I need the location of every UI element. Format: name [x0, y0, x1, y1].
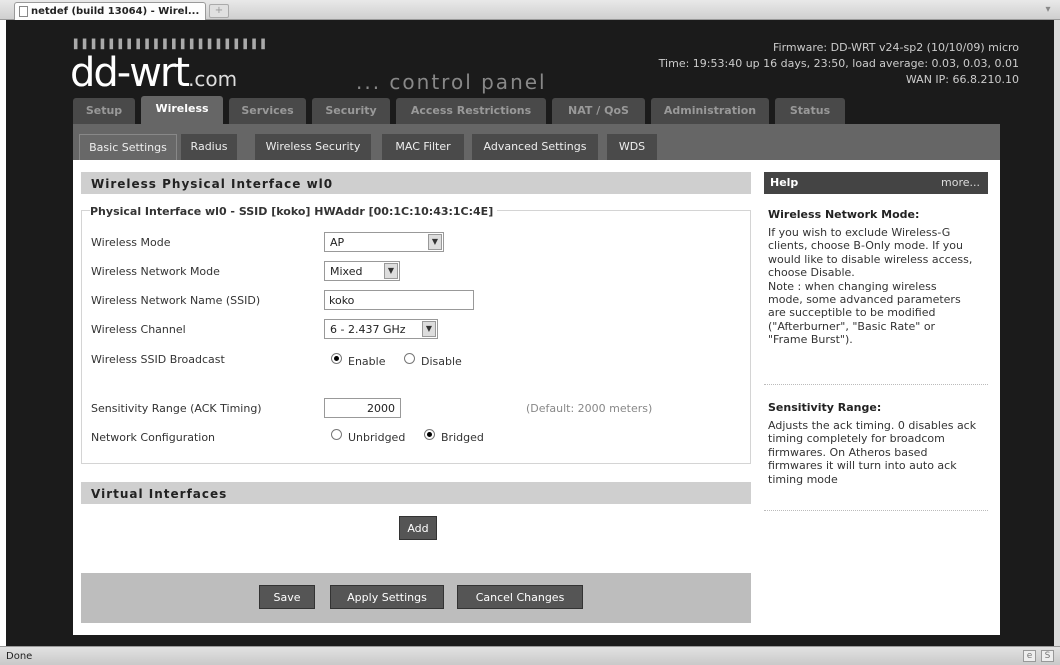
tab-setup[interactable]: Setup [73, 98, 135, 124]
help-header: Help more... [764, 172, 988, 194]
help-line: firmwares it will turn into auto ack [768, 459, 957, 473]
tab-wireless[interactable]: Wireless [141, 96, 223, 124]
ddwrt-logo: dd-wrt.com [70, 50, 237, 96]
browser-status-bar: Done e S [0, 646, 1060, 665]
wireless-network-mode-select[interactable]: Mixed ▼ [324, 261, 400, 281]
ssid-broadcast-disable-radio[interactable] [404, 353, 415, 364]
firmware-info: Firmware: DD-WRT v24-sp2 (10/10/09) micr… [772, 41, 1019, 54]
help-section-title: Wireless Network Mode: [768, 208, 920, 221]
help-line: are succeptible to be modified [768, 306, 936, 320]
unbridged-radio[interactable] [331, 429, 342, 440]
control-panel-subtitle: ... control panel [356, 70, 547, 94]
help-line: If you wish to exclude Wireless-G [768, 226, 951, 239]
help-line: choose Disable. [768, 266, 855, 280]
tab-nat-qos[interactable]: NAT / QoS [552, 98, 645, 124]
subtab-advanced-settings[interactable]: Advanced Settings [472, 134, 598, 160]
tab-list-icon[interactable]: ▾ [1042, 4, 1054, 16]
sensitivity-range-input[interactable]: 2000 [324, 398, 401, 418]
help-line: mode, some advanced parameters [768, 293, 961, 307]
page-icon [19, 6, 28, 17]
addon-icon[interactable]: S [1041, 650, 1054, 662]
apply-settings-button[interactable]: Apply Settings [330, 585, 444, 609]
sensitivity-range-label: Sensitivity Range (ACK Timing) [91, 402, 262, 415]
help-line: ("Afterburner", "Basic Rate" or [768, 319, 936, 333]
help-line: clients, choose B-Only mode. If you [768, 239, 963, 253]
physical-interface-heading: Wireless Physical Interface wl0 [81, 172, 751, 194]
help-divider [764, 384, 988, 385]
help-section-text: If you wish to exclude Wireless-G client… [768, 226, 990, 347]
help-line: Note : when changing wireless [768, 279, 937, 293]
ssid-broadcast-enable-label: Enable [348, 355, 386, 368]
subtab-wds[interactable]: WDS [607, 134, 657, 160]
help-section-text: Adjusts the ack timing. 0 disables ack t… [768, 419, 990, 486]
help-line: timing mode [768, 472, 838, 486]
wireless-channel-select[interactable]: 6 - 2.437 GHz ▼ [324, 319, 438, 339]
wireless-mode-label: Wireless Mode [91, 236, 171, 249]
ssid-broadcast-label: Wireless SSID Broadcast [91, 353, 225, 366]
subtab-mac-filter[interactable]: MAC Filter [382, 134, 464, 160]
uptime-info: Time: 19:53:40 up 16 days, 23:50, load a… [658, 57, 1019, 70]
unbridged-label: Unbridged [348, 431, 406, 444]
wan-ip-info: WAN IP: 66.8.210.10 [905, 73, 1019, 86]
tab-access-restrictions[interactable]: Access Restrictions [396, 98, 546, 124]
security-icon[interactable]: e [1023, 650, 1036, 662]
logo-dots-decoration: ▌▌▌▌▌▌▌▌▌▌▌▌▌▌▌▌▌▌▌▌▌▌ [74, 40, 271, 50]
physical-interface-legend: Physical Interface wl0 - SSID [koko] HWA… [90, 205, 498, 218]
ssid-broadcast-enable-radio[interactable] [331, 353, 342, 364]
wireless-mode-value: AP [330, 236, 345, 249]
status-text: Done [6, 651, 33, 662]
help-line: timing completely for broadcom [768, 432, 945, 446]
subtab-basic-settings[interactable]: Basic Settings [79, 134, 177, 160]
help-line: Adjusts the ack timing. 0 disables ack [768, 419, 977, 432]
help-more-link[interactable]: more... [941, 176, 980, 189]
virtual-interfaces-heading: Virtual Interfaces [81, 482, 751, 504]
tab-administration[interactable]: Administration [651, 98, 769, 124]
subtab-radius[interactable]: Radius [181, 134, 237, 160]
subtab-wireless-security[interactable]: Wireless Security [255, 134, 371, 160]
network-configuration-label: Network Configuration [91, 431, 216, 444]
help-title: Help [770, 176, 799, 189]
save-button[interactable]: Save [259, 585, 315, 609]
dropdown-arrow-icon: ▼ [428, 234, 442, 250]
wireless-mode-select[interactable]: AP ▼ [324, 232, 444, 252]
new-tab-button[interactable]: + [209, 4, 229, 18]
help-divider [764, 510, 988, 511]
ssid-broadcast-disable-label: Disable [421, 355, 462, 368]
wireless-channel-label: Wireless Channel [91, 323, 186, 336]
wireless-channel-value: 6 - 2.437 GHz [330, 323, 406, 336]
help-line: firmwares. On Atheros based [768, 445, 928, 459]
logo-suffix: .com [188, 67, 238, 91]
wireless-network-mode-label: Wireless Network Mode [91, 265, 220, 278]
tab-status[interactable]: Status [775, 98, 845, 124]
ssid-input[interactable]: koko [324, 290, 474, 310]
tab-security[interactable]: Security [312, 98, 390, 124]
cancel-changes-button[interactable]: Cancel Changes [457, 585, 583, 609]
dropdown-arrow-icon: ▼ [384, 263, 398, 279]
tab-services[interactable]: Services [229, 98, 306, 124]
browser-tab-title: netdef (build 13064) - Wirel... [31, 6, 200, 17]
vertical-scrollbar[interactable] [1054, 20, 1060, 646]
sensitivity-default-hint: (Default: 2000 meters) [526, 402, 653, 415]
help-line: would like to disable wireless access, [768, 252, 973, 266]
ssid-label: Wireless Network Name (SSID) [91, 294, 261, 307]
add-virtual-interface-button[interactable]: Add [399, 516, 437, 540]
browser-tab[interactable]: netdef (build 13064) - Wirel... [14, 2, 206, 20]
help-line: "Frame Burst"). [768, 333, 853, 347]
dropdown-arrow-icon: ▼ [422, 321, 436, 337]
bridged-label: Bridged [441, 431, 484, 444]
sub-nav: Basic Settings Radius Wireless Security … [73, 124, 1000, 160]
bridged-radio[interactable] [424, 429, 435, 440]
wireless-network-mode-value: Mixed [330, 265, 363, 278]
logo-main: dd-wrt [70, 50, 190, 96]
help-section-title: Sensitivity Range: [768, 401, 882, 414]
browser-tab-bar: netdef (build 13064) - Wirel... + ▾ [0, 0, 1060, 20]
